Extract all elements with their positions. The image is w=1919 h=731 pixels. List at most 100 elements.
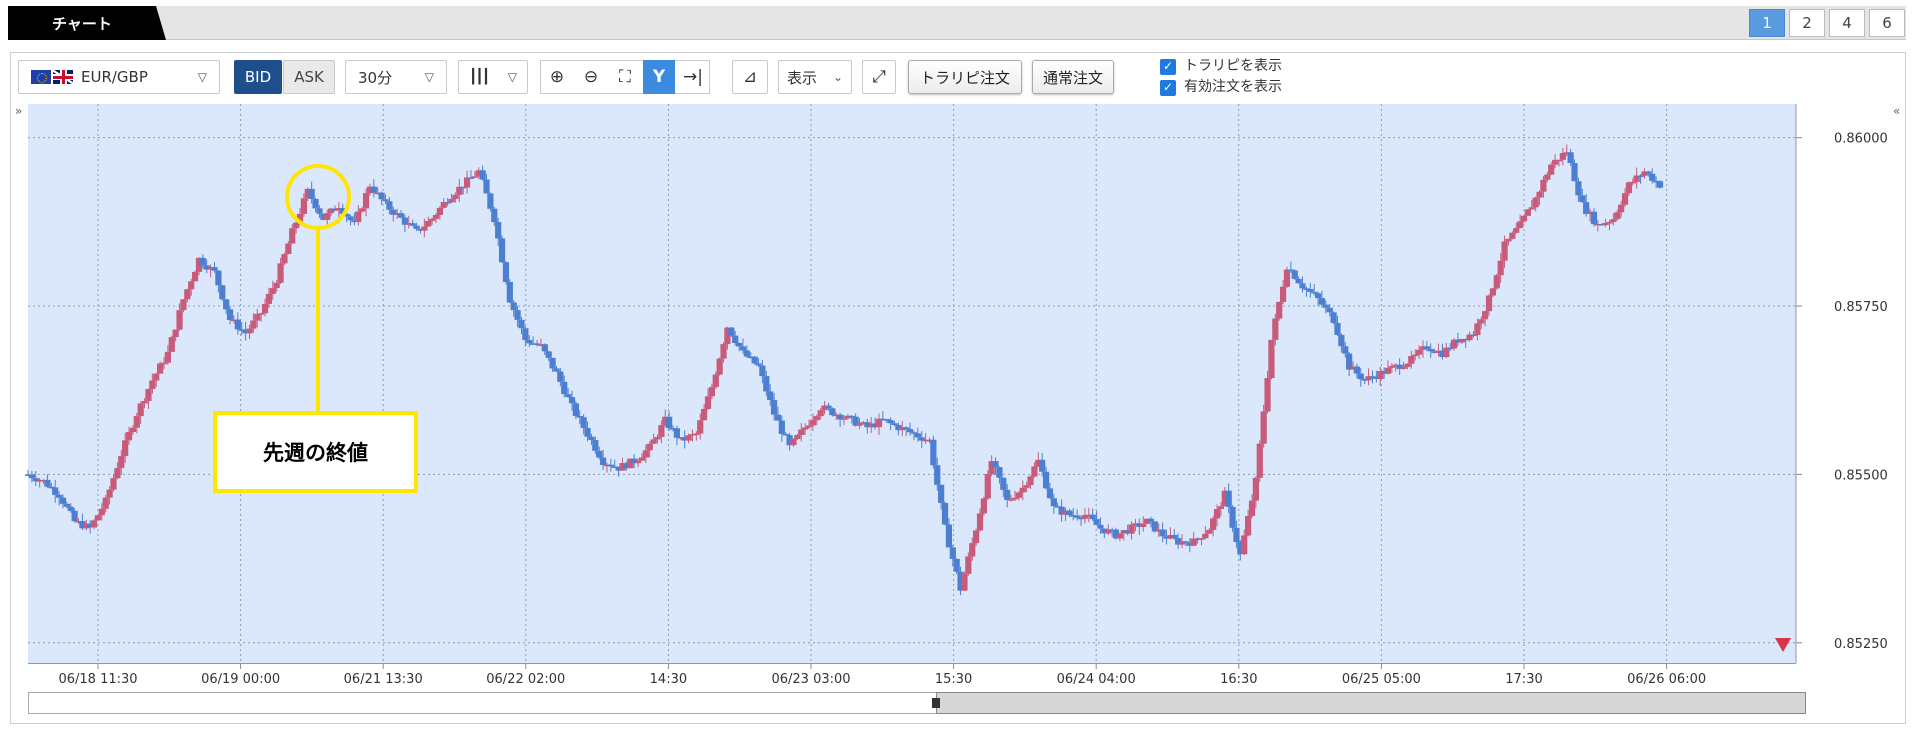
candle-body — [261, 303, 269, 314]
candle-body — [992, 461, 999, 468]
scrollbar-grip-icon[interactable] — [932, 698, 940, 708]
candle-body — [642, 450, 649, 458]
candle-body — [646, 443, 653, 451]
candle-body — [502, 262, 510, 282]
candle-body — [1042, 471, 1050, 489]
candle-body — [704, 396, 712, 409]
candle-body — [607, 464, 614, 467]
candle-body — [1536, 191, 1543, 198]
candle-body — [1295, 278, 1302, 284]
x-tick-label: 06/24 04:00 — [1057, 672, 1136, 687]
candle-body — [359, 208, 366, 212]
candle-body — [362, 193, 370, 209]
candle-body — [701, 408, 708, 421]
candle-body — [118, 456, 125, 469]
candle-body — [1159, 529, 1166, 537]
candle-body — [802, 427, 809, 430]
candle-body — [949, 547, 956, 559]
candle-body — [584, 427, 591, 437]
candle-body — [1567, 152, 1574, 164]
x-tick-label: 16:30 — [1220, 672, 1257, 687]
candle-body — [409, 223, 416, 226]
candle-body — [541, 344, 548, 352]
candle-body — [1318, 298, 1326, 305]
candle-body — [906, 429, 914, 433]
candle-body — [281, 254, 288, 264]
candle-body — [770, 399, 778, 415]
candle-body — [157, 363, 164, 374]
candle-body — [1645, 171, 1652, 174]
candle-body — [219, 285, 226, 300]
candle-body — [891, 423, 898, 426]
candle-body — [1066, 510, 1073, 516]
candle-body — [1517, 221, 1524, 229]
x-axis-labels: 06/18 11:30 06/19 00:00 06/21 13:30 06/22 0… — [58, 672, 1706, 687]
candle-body — [277, 263, 284, 283]
candle-body — [1128, 524, 1135, 534]
candle-body — [716, 358, 723, 375]
candle-body — [526, 340, 533, 344]
candle-body — [71, 510, 78, 522]
candle-body — [1513, 228, 1520, 233]
candle-body — [215, 270, 222, 286]
candle-body — [1299, 283, 1306, 289]
candle-body — [289, 228, 296, 244]
candle-body — [1548, 164, 1555, 175]
y-tick-label: 0.85500 — [1834, 468, 1888, 483]
candle-body — [654, 437, 661, 440]
candle-body — [188, 281, 195, 290]
candle-body — [1326, 307, 1333, 313]
candle-body — [386, 201, 393, 210]
candle-body — [1415, 349, 1423, 355]
candle-body — [685, 435, 692, 441]
candle-body — [1618, 204, 1625, 213]
candle-body — [1074, 515, 1081, 518]
candle-body — [1629, 181, 1636, 184]
candle-body — [1656, 181, 1664, 188]
candle-body — [269, 287, 276, 294]
candle-body — [565, 394, 572, 398]
x-tick-label: 06/25 05:00 — [1342, 672, 1421, 687]
candle-body — [114, 468, 121, 479]
candle-body — [969, 543, 976, 557]
candle-body — [1427, 348, 1434, 352]
candle-body — [1474, 323, 1481, 336]
candle-body — [720, 344, 727, 359]
candle-body — [1027, 476, 1034, 486]
candle-body — [370, 186, 377, 193]
candle-body — [1614, 212, 1621, 220]
candle-body — [1384, 367, 1392, 374]
price-marker-icon[interactable] — [1775, 638, 1791, 652]
x-tick-label: 06/21 13:30 — [344, 672, 423, 687]
x-tick-label: 06/22 02:00 — [486, 672, 565, 687]
candle-body — [545, 351, 552, 358]
candle-body — [1217, 506, 1225, 509]
candle-body — [59, 497, 67, 504]
candle-body — [825, 405, 832, 409]
candle-body — [1213, 508, 1221, 519]
candle-body — [1245, 515, 1252, 536]
scrollbar-thumb[interactable] — [936, 692, 1806, 714]
candle-body — [378, 192, 385, 200]
candle-body — [483, 179, 490, 194]
candle-body — [67, 506, 74, 511]
candle-body — [1493, 275, 1500, 289]
candle-body — [673, 428, 681, 438]
candle-body — [1241, 535, 1248, 555]
candle-body — [973, 530, 980, 544]
candle-body — [658, 425, 665, 438]
candle-body — [522, 328, 529, 341]
x-tick-label: 06/23 03:00 — [771, 672, 850, 687]
candle-body — [149, 380, 156, 390]
candle-body — [588, 436, 595, 441]
candle-body — [1544, 174, 1551, 180]
y-tick-label: 0.85250 — [1834, 637, 1888, 652]
candle-body — [930, 439, 937, 466]
candle-body — [184, 289, 191, 300]
candle-body — [52, 487, 59, 495]
candle-body — [794, 434, 801, 440]
x-tick-label: 14:30 — [650, 672, 687, 687]
candle-body — [498, 238, 506, 263]
candle-body — [1404, 363, 1411, 368]
candle-body — [755, 363, 762, 366]
